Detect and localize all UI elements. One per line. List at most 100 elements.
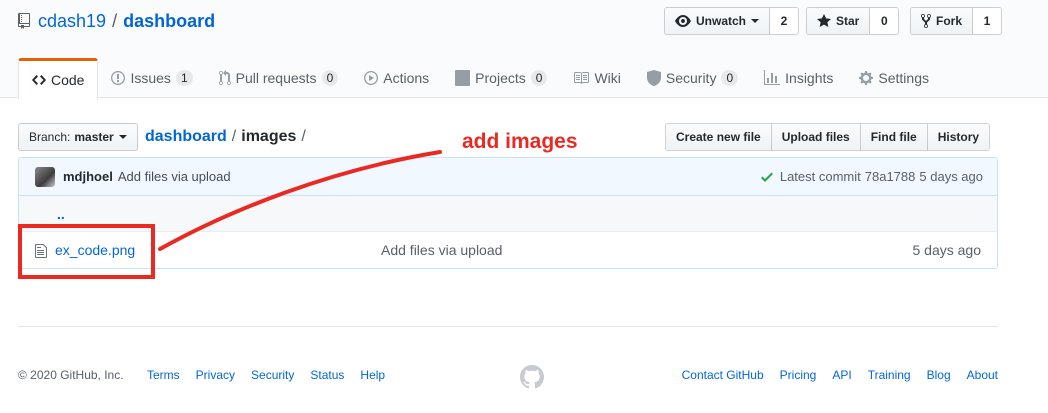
tab-security[interactable]: Security 0	[634, 58, 751, 98]
star-button[interactable]: Star	[807, 8, 871, 34]
star-icon	[817, 14, 831, 27]
footer-link-security[interactable]: Security	[251, 368, 294, 382]
unwatch-label: Unwatch	[696, 14, 747, 28]
commit-age: 5 days ago	[919, 169, 983, 184]
fork-icon	[921, 13, 931, 29]
footer-link-pricing[interactable]: Pricing	[780, 368, 817, 382]
repo-separator: /	[112, 10, 118, 31]
footer-link-about[interactable]: About	[967, 368, 998, 382]
tab-projects[interactable]: Projects 0	[442, 58, 560, 98]
tab-label: Wiki	[594, 70, 621, 86]
annotation-highlight-box	[18, 224, 155, 279]
repo-header: cdash19 / dashboard Unwatch 2 Star 0 For…	[0, 0, 1048, 99]
play-icon	[364, 71, 379, 85]
tab-label: Pull requests	[235, 70, 317, 86]
annotation-label: add images	[462, 130, 578, 153]
fork-action: Fork 1	[910, 7, 1003, 35]
tab-counter: 0	[321, 70, 339, 86]
parent-directory-row: ..	[19, 196, 997, 232]
tab-label: Security	[665, 70, 717, 86]
tab-pull-requests[interactable]: Pull requests 0	[206, 58, 352, 98]
history-button[interactable]: History	[927, 124, 990, 150]
watch-count[interactable]: 2	[770, 8, 799, 34]
watch-action: Unwatch 2	[664, 7, 800, 35]
repo-icon	[18, 13, 30, 29]
unwatch-button[interactable]: Unwatch	[665, 8, 771, 34]
tab-issues[interactable]: Issues 1	[98, 58, 205, 98]
fork-button-group: Fork 1	[910, 7, 1003, 35]
footer-link-status[interactable]: Status	[310, 368, 344, 382]
latest-commit-info: Latest commit 78a1788 5 days ago	[760, 169, 987, 185]
breadcrumb-separator: /	[231, 128, 237, 145]
repo-title: cdash19 / dashboard	[18, 9, 215, 33]
tab-insights[interactable]: Insights	[751, 58, 846, 98]
tab-code[interactable]: Code	[18, 58, 99, 99]
tab-label: Settings	[878, 70, 929, 86]
footer-link-privacy[interactable]: Privacy	[196, 368, 235, 382]
tab-counter: 0	[721, 70, 739, 86]
footer-copyright: © 2020 GitHub, Inc.	[18, 368, 124, 382]
breadcrumb-root-link[interactable]: dashboard	[145, 128, 227, 146]
tab-label: Issues	[130, 70, 171, 86]
eye-icon	[675, 15, 691, 27]
star-label: Star	[836, 14, 860, 28]
repo-nav: Code Issues 1 Pull requests 0 Actions Pr…	[18, 58, 942, 99]
breadcrumb-current: images	[241, 128, 297, 145]
graph-icon	[764, 70, 781, 85]
footer-divider	[18, 326, 998, 327]
star-action: Star 0	[806, 7, 900, 35]
tab-label: Projects	[475, 70, 526, 86]
commit-author-link[interactable]: mdjhoel	[63, 169, 113, 184]
branch-prefix: Branch:	[29, 130, 71, 144]
repo-name-link[interactable]: dashboard	[123, 11, 215, 32]
footer-link-help[interactable]: Help	[360, 368, 385, 382]
breadcrumb: dashboard / images /	[145, 125, 311, 149]
file-age: 5 days ago	[912, 242, 982, 258]
commit-sha-link[interactable]: 78a1788	[865, 169, 916, 184]
footer-link-blog[interactable]: Blog	[927, 368, 951, 382]
footer-links-left: Terms Privacy Security Status Help	[147, 368, 401, 382]
star-count[interactable]: 0	[870, 8, 899, 34]
footer-link-terms[interactable]: Terms	[147, 368, 180, 382]
chevron-down-icon	[751, 19, 760, 23]
table-row: ex_code.png Add files via upload 5 days …	[19, 232, 997, 268]
tab-label: Insights	[785, 70, 834, 86]
footer-link-api[interactable]: API	[832, 368, 851, 382]
fork-label: Fork	[936, 14, 963, 28]
project-icon	[455, 70, 471, 86]
parent-directory-link[interactable]: ..	[57, 206, 65, 222]
tab-actions[interactable]: Actions	[351, 58, 442, 98]
footer-link-contact[interactable]: Contact GitHub	[682, 368, 764, 382]
file-commit-message-link[interactable]: Add files via upload	[381, 242, 502, 258]
chevron-down-icon	[118, 135, 127, 139]
gear-icon	[859, 71, 874, 85]
book-icon	[574, 72, 590, 84]
shield-icon	[646, 70, 661, 86]
commit-message-link[interactable]: Add files via upload	[118, 169, 231, 184]
tab-counter: 1	[175, 70, 193, 86]
github-logo-icon[interactable]	[520, 365, 544, 389]
star-button-group: Star 0	[806, 7, 900, 35]
find-file-button[interactable]: Find file	[860, 124, 928, 150]
tab-counter: 0	[530, 70, 548, 86]
tab-label: Actions	[383, 70, 430, 86]
issue-icon	[111, 71, 126, 85]
check-icon	[760, 172, 773, 182]
branch-select-button[interactable]: Branch: master	[18, 123, 138, 151]
pull-request-icon	[218, 70, 231, 86]
fork-button[interactable]: Fork	[911, 8, 974, 34]
breadcrumb-trailing-separator: /	[301, 128, 306, 145]
footer-link-training[interactable]: Training	[868, 368, 911, 382]
watch-button-group: Unwatch 2	[664, 7, 800, 35]
tab-settings[interactable]: Settings	[846, 58, 942, 98]
repo-owner-link[interactable]: cdash19	[38, 11, 106, 32]
file-table: mdjhoel Add files via upload Latest comm…	[18, 157, 998, 269]
tab-wiki[interactable]: Wiki	[560, 58, 633, 98]
upload-files-button[interactable]: Upload files	[771, 124, 861, 150]
create-new-file-button[interactable]: Create new file	[666, 124, 772, 150]
latest-commit-label: Latest commit	[779, 169, 861, 184]
avatar[interactable]	[35, 166, 55, 187]
fork-count[interactable]: 1	[973, 8, 1002, 34]
code-icon	[32, 75, 46, 85]
commit-tease: mdjhoel Add files via upload Latest comm…	[19, 158, 997, 196]
